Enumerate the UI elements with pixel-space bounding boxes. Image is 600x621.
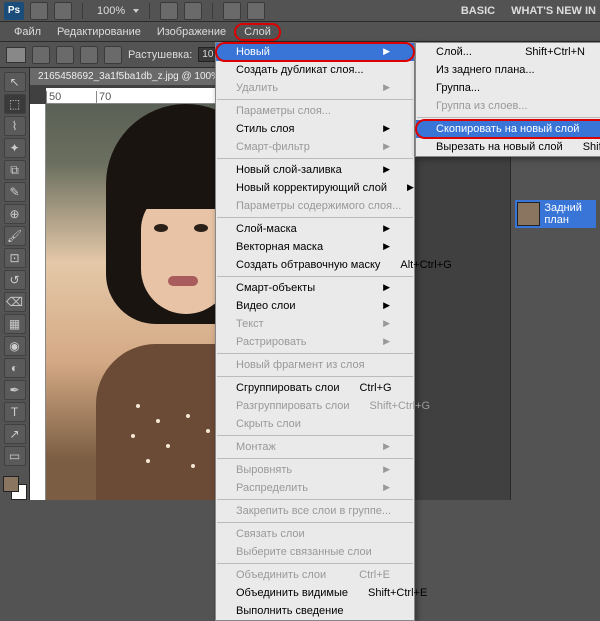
blur-tool[interactable]: ◉ <box>4 336 26 356</box>
app-topbar: Ps 100% BASIC WHAT'S NEW IN <box>0 0 600 22</box>
menu-item[interactable]: Скопировать на новый слойCtrl+J <box>416 120 600 138</box>
menu-item[interactable]: Стиль слоя▶ <box>216 120 414 138</box>
bridge-icon[interactable] <box>30 2 48 20</box>
menu-item: Смарт-фильтр▶ <box>216 138 414 156</box>
workspace-new[interactable]: WHAT'S NEW IN <box>511 5 596 17</box>
shape-tool[interactable]: ▭ <box>4 446 26 466</box>
menu-item: Закрепить все слои в группе... <box>216 502 414 520</box>
history-brush-tool[interactable]: ↺ <box>4 270 26 290</box>
eyedropper-tool[interactable]: ✎ <box>4 182 26 202</box>
zoom-dropdown-icon[interactable] <box>133 9 139 13</box>
menu-item[interactable]: Слой-маска▶ <box>216 220 414 238</box>
zoom-tool-icon[interactable] <box>184 2 202 20</box>
ps-logo: Ps <box>4 2 24 20</box>
menu-layer[interactable]: Слой <box>234 23 281 41</box>
menu-image[interactable]: Изображение <box>149 23 234 41</box>
move-tool[interactable]: ↖ <box>4 72 26 92</box>
menu-item: Растрировать▶ <box>216 333 414 351</box>
menu-item[interactable]: Векторная маска▶ <box>216 238 414 256</box>
selection-subtract-icon[interactable] <box>80 46 98 64</box>
path-tool[interactable]: ↗ <box>4 424 26 444</box>
menu-file[interactable]: Файл <box>6 23 49 41</box>
marquee-tool-icon[interactable] <box>6 47 26 63</box>
color-swatches[interactable] <box>3 476 27 500</box>
menu-item: Параметры содержимого слоя... <box>216 197 414 215</box>
menu-item[interactable]: Сгруппировать слоиCtrl+G <box>216 379 414 397</box>
menu-item: Выровнять▶ <box>216 461 414 479</box>
wand-tool[interactable]: ✦ <box>4 138 26 158</box>
menu-item: Скрыть слои <box>216 415 414 433</box>
menu-item: Текст▶ <box>216 315 414 333</box>
feather-label: Растушевка: <box>128 49 192 61</box>
selection-add-icon[interactable] <box>56 46 74 64</box>
menu-item[interactable]: Выполнить сведение <box>216 602 414 620</box>
ruler-vertical <box>30 104 46 500</box>
layer-row-background[interactable]: Задний план <box>515 200 596 228</box>
menu-item: Новый фрагмент из слоя <box>216 356 414 374</box>
layer-thumb-icon <box>517 202 540 226</box>
menu-item: Связать слои <box>216 525 414 543</box>
layer-name: Задний план <box>544 202 594 226</box>
menu-item: Распределить▶ <box>216 479 414 497</box>
menu-item[interactable]: Создать обтравочную маскуAlt+Ctrl+G <box>216 256 414 274</box>
crop-tool[interactable]: ⧉ <box>4 160 26 180</box>
menu-item: Удалить▶ <box>216 79 414 97</box>
menubar: Файл Редактирование Изображение Слой <box>0 22 600 42</box>
menu-item[interactable]: Смарт-объекты▶ <box>216 279 414 297</box>
menu-item: Параметры слоя... <box>216 102 414 120</box>
menu-item[interactable]: Новый корректирующий слой▶ <box>216 179 414 197</box>
heal-tool[interactable]: ⊕ <box>4 204 26 224</box>
selection-intersect-icon[interactable] <box>104 46 122 64</box>
gradient-tool[interactable]: ▦ <box>4 314 26 334</box>
brush-tool[interactable]: 🖌 <box>4 226 26 246</box>
stamp-tool[interactable]: ⊡ <box>4 248 26 268</box>
zoom-level[interactable]: 100% <box>97 5 125 17</box>
eraser-tool[interactable]: ⌫ <box>4 292 26 312</box>
lasso-tool[interactable]: ⌇ <box>4 116 26 136</box>
menu-item[interactable]: Вырезать на новый слойShift+Ctrl+J <box>416 138 600 156</box>
pen-tool[interactable]: ✒ <box>4 380 26 400</box>
menu-item: Выберите связанные слои <box>216 543 414 561</box>
menu-item: Разгруппировать слоиShift+Ctrl+G <box>216 397 414 415</box>
toolbox: ↖ ⬚ ⌇ ✦ ⧉ ✎ ⊕ 🖌 ⊡ ↺ ⌫ ▦ ◉ ◐ ✒ T ↗ ▭ <box>0 68 30 500</box>
menu-item[interactable]: Слой...Shift+Ctrl+N <box>416 43 600 61</box>
menu-item[interactable]: Группа... <box>416 79 600 97</box>
workspace-basic[interactable]: BASIC <box>461 5 495 17</box>
menu-item[interactable]: Новый слой-заливка▶ <box>216 161 414 179</box>
menu-item[interactable]: Новый▶ <box>216 43 414 61</box>
type-tool[interactable]: T <box>4 402 26 422</box>
menu-item[interactable]: Объединить видимыеShift+Ctrl+E <box>216 584 414 602</box>
marquee-tool[interactable]: ⬚ <box>4 94 26 114</box>
hand-tool-icon[interactable] <box>160 2 178 20</box>
menu-item[interactable]: Из заднего плана... <box>416 61 600 79</box>
minibridge-icon[interactable] <box>54 2 72 20</box>
screen-mode-icon[interactable] <box>247 2 265 20</box>
menu-item: Монтаж▶ <box>216 438 414 456</box>
layer-new-submenu: Слой...Shift+Ctrl+NИз заднего плана...Гр… <box>415 42 600 157</box>
dodge-tool[interactable]: ◐ <box>4 358 26 378</box>
menu-item[interactable]: Видео слои▶ <box>216 297 414 315</box>
menu-item[interactable]: Создать дубликат слоя... <box>216 61 414 79</box>
selection-new-icon[interactable] <box>32 46 50 64</box>
menu-edit[interactable]: Редактирование <box>49 23 149 41</box>
menu-item: Объединить слоиCtrl+E <box>216 566 414 584</box>
menu-item: Группа из слоев... <box>416 97 600 115</box>
arrange-icon[interactable] <box>223 2 241 20</box>
layer-menu: Новый▶Создать дубликат слоя...Удалить▶ Па… <box>215 42 415 621</box>
